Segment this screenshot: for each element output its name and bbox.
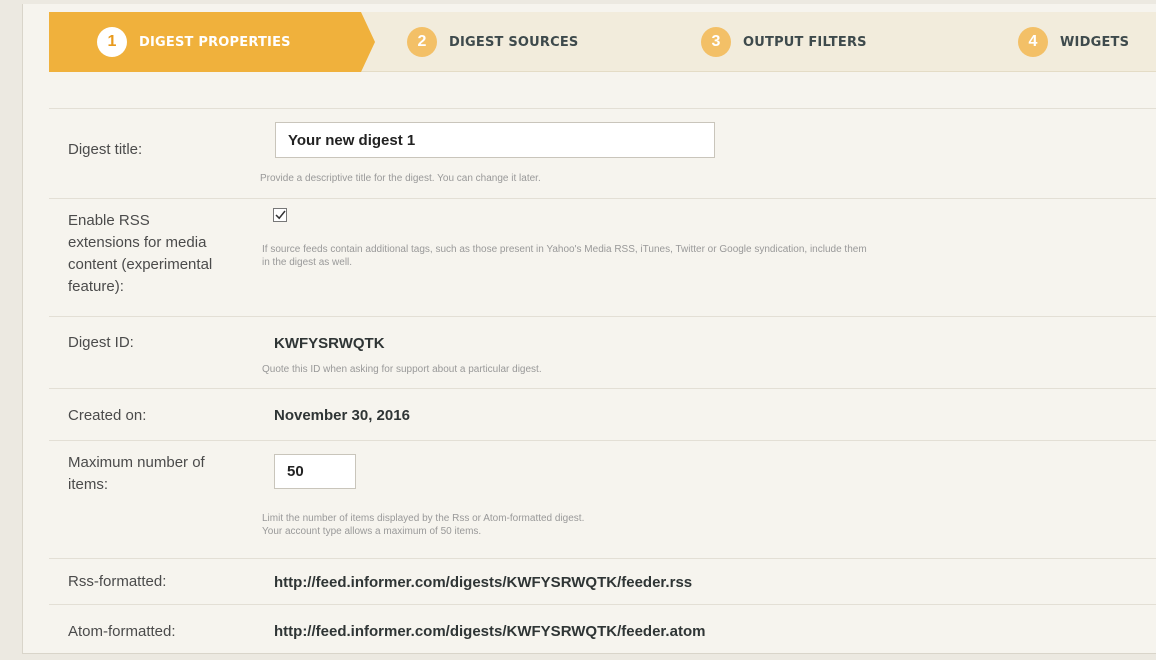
digest-id-row: Digest ID: KWFYSRWQTK Quote this ID when… <box>49 316 1156 388</box>
created-on-label: Created on: <box>68 407 147 424</box>
rss-extensions-label-line: extensions for media <box>68 234 207 251</box>
digest-title-label: Digest title: <box>68 141 143 158</box>
atom-url-link[interactable]: http://feed.informer.com/digests/KWFYSRW… <box>274 623 705 640</box>
max-items-hint-line: Limit the number of items displayed by t… <box>262 513 585 524</box>
digest-wizard-panel: 1 DIGEST PROPERTIES 2 DIGEST SOURCES 3 O… <box>22 4 1156 654</box>
digest-id-label: Digest ID: <box>68 334 134 351</box>
digest-id-value: KWFYSRWQTK <box>274 335 385 352</box>
rss-url-link[interactable]: http://feed.informer.com/digests/KWFYSRW… <box>274 574 692 591</box>
max-items-label-line: Maximum number of <box>68 454 205 471</box>
digest-id-hint: Quote this ID when asking for support ab… <box>262 364 542 375</box>
step-widgets[interactable]: 4 WIDGETS <box>1018 12 1129 72</box>
step-number-badge: 1 <box>97 27 127 57</box>
step-number-badge: 3 <box>701 27 731 57</box>
wizard-steps-bar: 1 DIGEST PROPERTIES 2 DIGEST SOURCES 3 O… <box>49 12 1156 72</box>
rss-extensions-label-line: feature): <box>68 278 124 295</box>
step-number-badge: 2 <box>407 27 437 57</box>
step-label: WIDGETS <box>1060 34 1130 50</box>
rss-extensions-label: Enable RSS extensions for media content … <box>68 210 212 298</box>
max-items-input[interactable] <box>274 454 356 489</box>
created-on-value: November 30, 2016 <box>274 407 410 424</box>
max-items-hint: Limit the number of items displayed by t… <box>262 512 584 538</box>
rss-extensions-label-line: content (experimental <box>68 256 213 273</box>
step-label: DIGEST SOURCES <box>449 34 579 50</box>
rss-extensions-row: Enable RSS extensions for media content … <box>49 198 1156 316</box>
step-label: OUTPUT FILTERS <box>743 34 867 50</box>
rss-extensions-label-line: Enable RSS <box>68 212 150 229</box>
rss-extensions-checkbox[interactable] <box>273 208 287 222</box>
digest-title-hint: Provide a descriptive title for the dige… <box>260 173 541 184</box>
max-items-label: Maximum number of items: <box>68 452 205 496</box>
rss-url-label: Rss-formatted: <box>68 573 167 590</box>
digest-title-row: Digest title: Provide a descriptive titl… <box>49 108 1156 198</box>
atom-url-label: Atom-formatted: <box>68 623 176 640</box>
rss-extensions-hint: If source feeds contain additional tags,… <box>262 243 867 269</box>
max-items-row: Maximum number of items: Limit the numbe… <box>49 440 1156 558</box>
step-number-badge: 4 <box>1018 27 1048 57</box>
checkmark-icon <box>274 210 286 220</box>
max-items-label-line: items: <box>68 476 109 493</box>
max-items-hint-line: Your account type allows a maximum of 50… <box>262 526 482 537</box>
atom-url-row: Atom-formatted: http://feed.informer.com… <box>49 604 1156 653</box>
created-on-row: Created on: November 30, 2016 <box>49 388 1156 440</box>
step-digest-properties[interactable]: 1 DIGEST PROPERTIES <box>49 12 375 72</box>
step-label: DIGEST PROPERTIES <box>139 34 291 50</box>
rss-extensions-hint-line: If source feeds contain additional tags,… <box>262 244 867 255</box>
step-output-filters[interactable]: 3 OUTPUT FILTERS <box>701 12 867 72</box>
step-digest-sources[interactable]: 2 DIGEST SOURCES <box>407 12 579 72</box>
rss-extensions-hint-line: in the digest as well. <box>262 257 353 268</box>
rss-url-row: Rss-formatted: http://feed.informer.com/… <box>49 558 1156 604</box>
digest-title-input[interactable] <box>275 122 715 158</box>
